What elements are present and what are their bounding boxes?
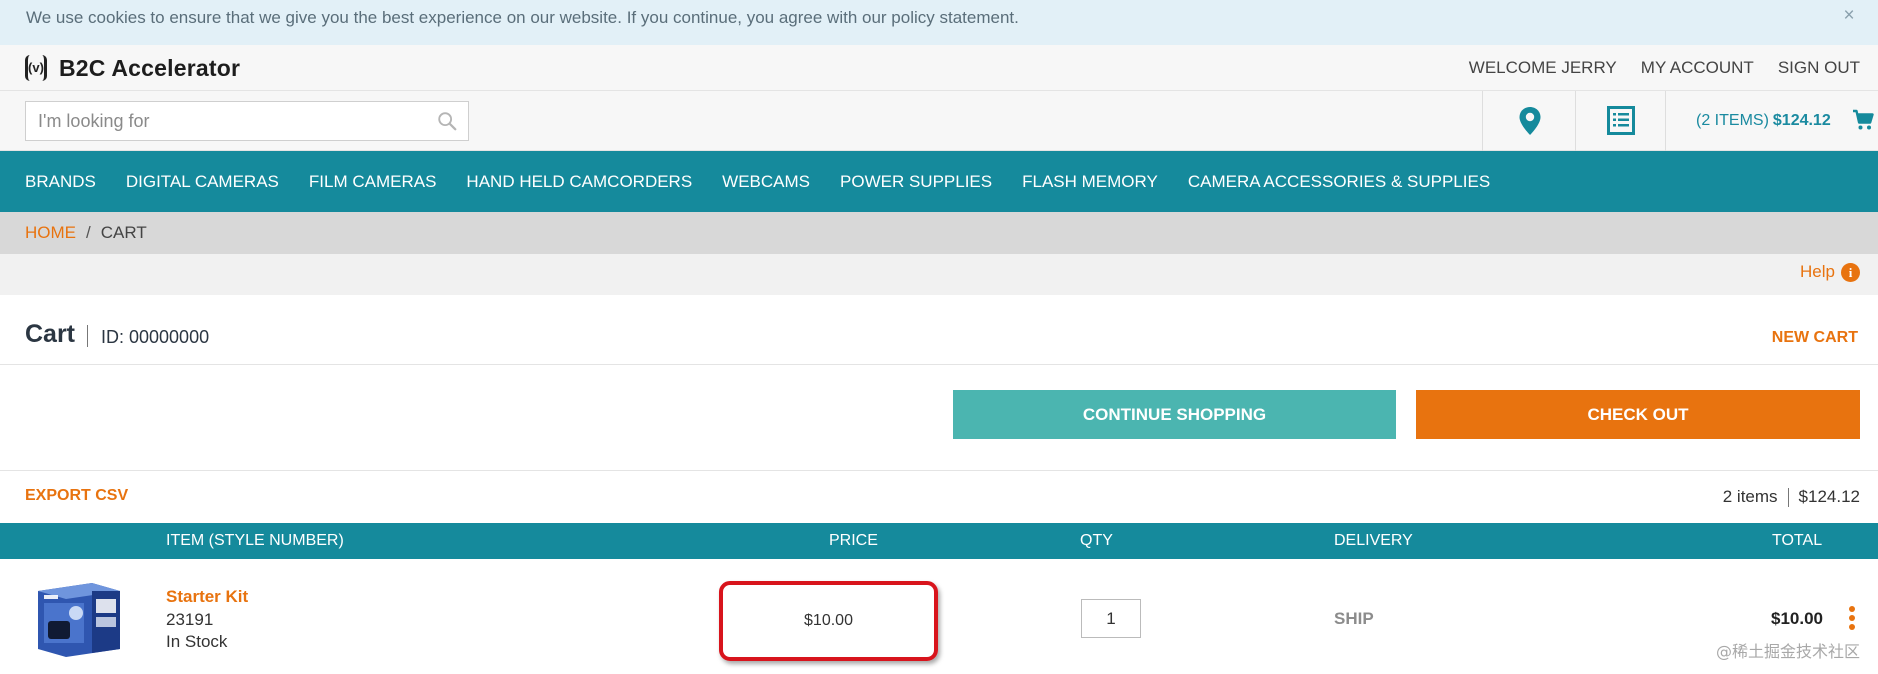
info-icon: i (1841, 262, 1860, 282)
breadcrumb-home-link[interactable]: HOME (25, 223, 76, 242)
help-bar: Help i (0, 254, 1878, 295)
page-title: Cart (25, 320, 76, 348)
help-link[interactable]: Help i (1800, 262, 1860, 282)
logo[interactable]: (v) B2C Accelerator (25, 54, 240, 82)
logo-text: B2C Accelerator (59, 54, 241, 81)
nav-item-hand-held-camcorders[interactable]: HAND HELD CAMCORDERS (466, 172, 692, 192)
cart-summary: 2 items $124.12 (1723, 487, 1860, 507)
column-header-qty: QTY (1080, 532, 1113, 549)
mini-cart-info: (2 ITEMS) $124.12 (1696, 112, 1831, 130)
cart-count: (2 ITEMS) (1696, 112, 1769, 129)
continue-shopping-button[interactable]: CONTINUE SHOPPING (953, 390, 1396, 439)
stock-status: In Stock (166, 632, 228, 651)
column-header-item: ITEM (STYLE NUMBER) (166, 532, 344, 549)
product-name-link[interactable]: Starter Kit (166, 587, 248, 607)
search-input[interactable] (26, 102, 426, 140)
item-price: $10.00 (804, 612, 853, 629)
title-divider (87, 325, 88, 347)
cart-table-header: ITEM (STYLE NUMBER) PRICE QTY DELIVERY T… (0, 523, 1878, 559)
category-nav: BRANDS DIGITAL CAMERAS FILM CAMERAS HAND… (0, 151, 1878, 212)
nav-item-digital-cameras[interactable]: DIGITAL CAMERAS (126, 172, 279, 192)
watermark: @稀土掘金技术社区 (1715, 642, 1860, 661)
account-links: WELCOME JERRY MY ACCOUNT SIGN OUT (1469, 45, 1860, 91)
cart-total: $124.12 (1772, 112, 1831, 129)
close-icon[interactable]: × (1836, 4, 1862, 30)
quantity-input[interactable] (1081, 599, 1141, 638)
nav-item-film-cameras[interactable]: FILM CAMERAS (309, 172, 437, 192)
delivery-method: SHIP (1334, 609, 1374, 628)
product-sku: 23191 (166, 610, 214, 629)
table-row: Starter Kit 23191 In Stock $10.00 SHIP $… (0, 559, 1878, 674)
cart-id: ID: 00000000 (101, 327, 210, 347)
summary-divider (1787, 487, 1789, 507)
column-header-total: TOTAL (1772, 532, 1823, 549)
breadcrumb-current: CART (100, 223, 147, 242)
store-locator-button[interactable] (1482, 91, 1575, 151)
column-header-delivery: DELIVERY (1334, 532, 1413, 549)
summary-items: 2 items (1722, 487, 1778, 506)
breadcrumb: HOME / CART (0, 212, 1878, 254)
cookie-banner: We use cookies to ensure that we give yo… (0, 0, 1878, 45)
top-bar: (v) B2C Accelerator WELCOME JERRY MY ACC… (0, 45, 1878, 91)
sign-out-link[interactable]: SIGN OUT (1778, 58, 1860, 78)
export-csv-link[interactable]: EXPORT CSV (25, 487, 128, 505)
shopping-cart-icon (1853, 109, 1874, 130)
logo-icon: (v) (25, 55, 47, 81)
line-total: $10.00 (1771, 609, 1823, 628)
product-image[interactable] (30, 577, 125, 659)
nav-item-flash-memory[interactable]: FLASH MEMORY (1022, 172, 1158, 192)
cookie-message: We use cookies to ensure that we give yo… (26, 8, 1019, 27)
breadcrumb-separator: / (86, 223, 91, 242)
summary-total: $124.12 (1798, 487, 1860, 506)
nav-item-camera-accessories[interactable]: CAMERA ACCESSORIES & SUPPLIES (1188, 172, 1490, 192)
help-label: Help (1800, 262, 1835, 281)
new-cart-link[interactable]: NEW CART (1772, 329, 1858, 347)
more-options-icon[interactable] (1847, 606, 1857, 634)
nav-item-webcams[interactable]: WEBCAMS (722, 172, 810, 192)
cart-actions: CONTINUE SHOPPING CHECK OUT (0, 365, 1878, 471)
nav-item-brands[interactable]: BRANDS (25, 172, 96, 192)
search-row: (2 ITEMS)$124.12 (0, 91, 1878, 151)
quick-list-button[interactable] (1575, 91, 1665, 151)
search-box (25, 101, 469, 141)
column-header-price: PRICE (829, 532, 878, 549)
search-icon[interactable] (436, 110, 458, 132)
welcome-text: WELCOME JERRY (1468, 58, 1617, 77)
cart-header: Cart ID: 00000000 NEW CART (0, 295, 1878, 365)
map-pin-icon (1519, 107, 1541, 135)
list-icon (1607, 106, 1635, 135)
mini-cart-button[interactable]: (2 ITEMS) $124.12 (1665, 91, 1878, 151)
export-row: EXPORT CSV 2 items $124.12 (0, 471, 1878, 523)
nav-item-power-supplies[interactable]: POWER SUPPLIES (840, 172, 992, 192)
check-out-button[interactable]: CHECK OUT (1416, 390, 1860, 439)
price-highlight-box: $10.00 (719, 581, 938, 661)
my-account-link[interactable]: MY ACCOUNT (1641, 58, 1754, 78)
